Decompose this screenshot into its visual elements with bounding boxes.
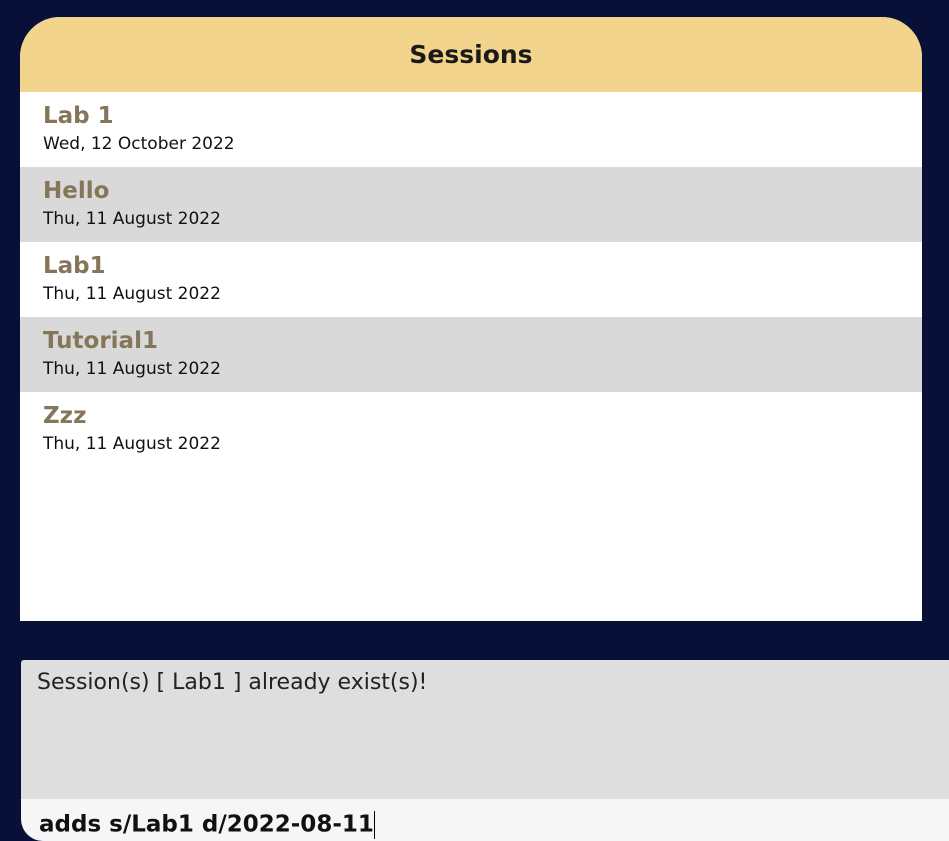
- session-date: Thu, 11 August 2022: [43, 284, 221, 304]
- session-name: Lab1: [43, 253, 106, 279]
- sessions-header: Sessions: [20, 17, 922, 92]
- session-name: Zzz: [43, 403, 87, 429]
- session-date: Thu, 11 August 2022: [43, 434, 221, 454]
- sessions-list[interactable]: Lab 1 Wed, 12 October 2022 Hello Thu, 11…: [20, 92, 922, 467]
- session-date: Wed, 12 October 2022: [43, 134, 235, 154]
- session-item[interactable]: Lab1 Thu, 11 August 2022: [20, 242, 922, 317]
- session-name: Lab 1: [43, 103, 114, 129]
- session-date: Thu, 11 August 2022: [43, 209, 221, 229]
- session-item[interactable]: Hello Thu, 11 August 2022: [20, 167, 922, 242]
- session-name: Tutorial1: [43, 328, 158, 354]
- session-item[interactable]: Lab 1 Wed, 12 October 2022: [20, 92, 922, 167]
- result-message: Session(s) [ Lab1 ] already exist(s)!: [37, 670, 428, 695]
- session-item[interactable]: Tutorial1 Thu, 11 August 2022: [20, 317, 922, 392]
- session-item[interactable]: Zzz Thu, 11 August 2022: [20, 392, 922, 467]
- text-caret: [373, 811, 375, 839]
- command-text: adds s/Lab1 d/2022-08-11: [39, 811, 374, 838]
- session-name: Hello: [43, 178, 110, 204]
- sessions-panel: Sessions Lab 1 Wed, 12 October 2022 Hell…: [20, 17, 922, 621]
- session-date: Thu, 11 August 2022: [43, 359, 221, 379]
- command-input[interactable]: adds s/Lab1 d/2022-08-11: [21, 799, 949, 841]
- result-display: Session(s) [ Lab1 ] already exist(s)!: [21, 660, 949, 799]
